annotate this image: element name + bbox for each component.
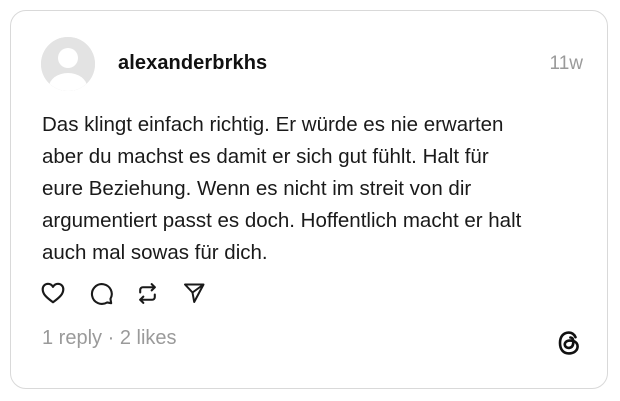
post-card: alexanderbrkhs 11w Das klingt einfach ri…: [10, 10, 608, 389]
like-button[interactable]: [39, 279, 67, 307]
post-text-line: eure Beziehung. Wenn es nicht im streit …: [42, 177, 472, 200]
post-text-line: aber du machst es damit er sich gut fühl…: [42, 145, 489, 168]
post-text: Das klingt einfach richtig. Er würde es …: [42, 109, 590, 269]
post-timestamp[interactable]: 11w: [550, 52, 583, 76]
like-count[interactable]: 2 likes: [120, 327, 177, 349]
default-avatar-icon: [41, 37, 95, 91]
comment-icon: [90, 282, 113, 305]
post-text-line: Das klingt einfach richtig. Er würde es …: [42, 113, 504, 136]
stats-separator: ·: [107, 327, 115, 349]
share-button[interactable]: [180, 279, 208, 307]
threads-logo-icon[interactable]: [555, 329, 583, 357]
heart-icon: [41, 282, 65, 304]
reply-button[interactable]: [87, 279, 115, 307]
post-text-line: argumentiert passt es doch. Hoffentlich …: [42, 209, 522, 232]
post-text-line: auch mal sowas für dich.: [42, 241, 268, 264]
send-icon: [184, 283, 205, 303]
repost-button[interactable]: [133, 279, 161, 307]
post-stats: 1 reply · 2 likes: [42, 325, 177, 351]
avatar[interactable]: [41, 37, 95, 91]
username[interactable]: alexanderbrkhs: [118, 51, 267, 75]
reply-count[interactable]: 1 reply: [42, 327, 102, 349]
repost-icon: [138, 282, 156, 304]
